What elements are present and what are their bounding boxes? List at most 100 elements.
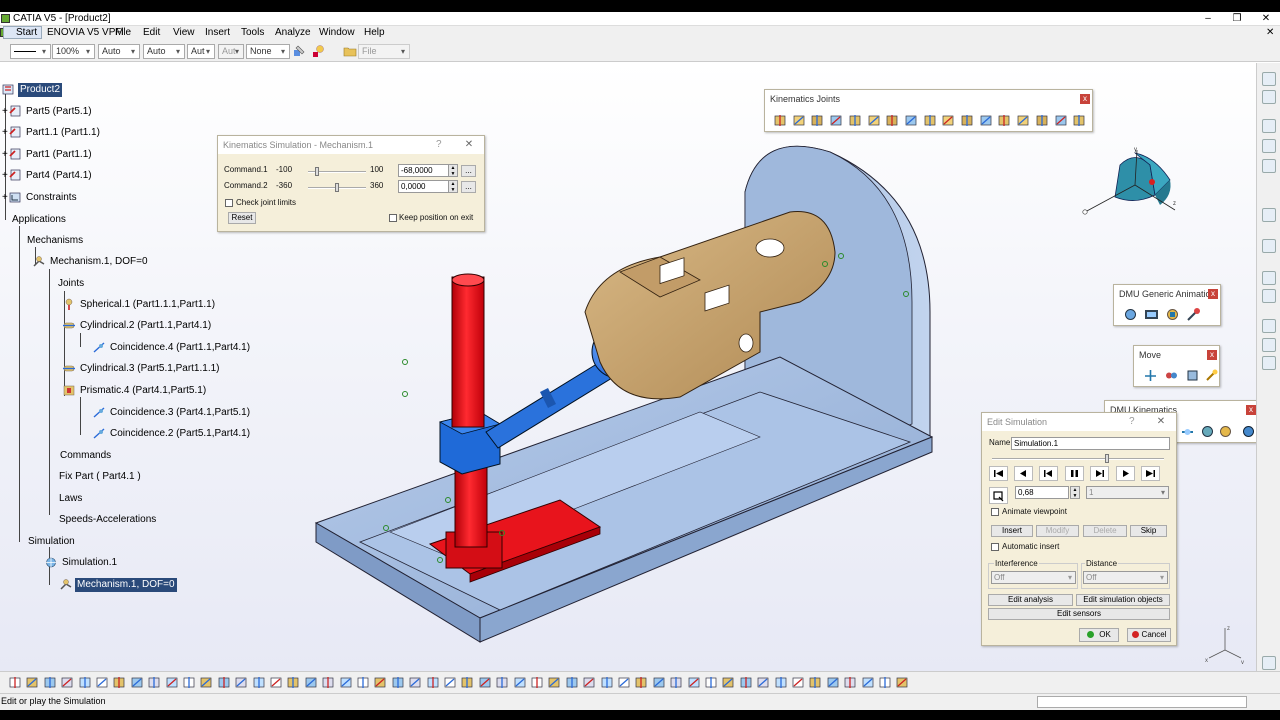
kin-tool-4-icon[interactable] (1241, 424, 1256, 439)
right-tool-4-icon[interactable] (1262, 139, 1276, 153)
tree-part1[interactable]: + Part1 (Part1.1) (2, 148, 94, 162)
delete-button[interactable]: Delete (1083, 525, 1127, 537)
tree-cylindrical3[interactable]: Cylindrical.3 (Part5.1,Part1.1.1) (62, 362, 222, 376)
bottom-tool-14-icon[interactable] (234, 675, 249, 690)
right-tool-11-icon[interactable] (1262, 338, 1276, 352)
compile-tool-icon[interactable] (1165, 307, 1180, 322)
bottom-tool-26-icon[interactable] (443, 675, 458, 690)
insert-button[interactable]: Insert (991, 525, 1033, 537)
bottom-tool-52-icon[interactable] (895, 675, 910, 690)
joint-tool-7-icon[interactable] (885, 113, 900, 128)
simulation-slider[interactable] (992, 458, 1164, 460)
edit-analysis-button[interactable]: Edit analysis (988, 594, 1073, 606)
smart-move-tool-icon[interactable] (1185, 368, 1200, 383)
tree-commands[interactable]: Commands (58, 449, 113, 463)
simulation-slider-thumb[interactable] (1105, 454, 1110, 463)
joint-tool-8-icon[interactable] (904, 113, 919, 128)
simulation-tool-icon[interactable] (1123, 307, 1138, 322)
right-tool-2-icon[interactable] (1262, 90, 1276, 104)
bottom-tool-30-icon[interactable] (513, 675, 528, 690)
bottom-tool-12-icon[interactable] (199, 675, 214, 690)
dmu-kin-close-button[interactable]: x (1246, 405, 1256, 415)
kin-tool-1-icon[interactable] (1180, 424, 1195, 439)
automatic-insert-checkbox[interactable] (991, 543, 999, 551)
minimize-button[interactable]: – (1193, 12, 1223, 25)
joint-tool-1-icon[interactable] (773, 113, 788, 128)
tree-laws[interactable]: Laws (57, 492, 84, 506)
bottom-tool-40-icon[interactable] (687, 675, 702, 690)
simulation-name-field[interactable]: Simulation.1 (1011, 437, 1170, 450)
weight-combo[interactable]: Auto ▾ (98, 44, 140, 59)
bottom-tool-27-icon[interactable] (460, 675, 475, 690)
tree-cylindrical2[interactable]: Cylindrical.2 (Part1.1,Part4.1) (62, 319, 213, 333)
bottom-tool-38-icon[interactable] (652, 675, 667, 690)
joint-tool-11-icon[interactable] (960, 113, 975, 128)
bottom-tool-43-icon[interactable] (739, 675, 754, 690)
command1-spinner[interactable]: ▲ ▼ (448, 164, 458, 177)
tree-coincidence4[interactable]: Coincidence.4 (Part1.1,Part4.1) (92, 341, 252, 355)
menu-view[interactable]: View (173, 27, 195, 38)
bottom-tool-20-icon[interactable] (339, 675, 354, 690)
check-joint-limits-checkbox[interactable] (225, 199, 233, 207)
bottom-tool-22-icon[interactable] (373, 675, 388, 690)
bottom-tool-11-icon[interactable] (182, 675, 197, 690)
bottom-tool-39-icon[interactable] (669, 675, 684, 690)
tree-mechanisms[interactable]: Mechanisms (25, 234, 85, 248)
bottom-tool-29-icon[interactable] (495, 675, 510, 690)
film-tool-icon[interactable] (1144, 307, 1159, 322)
tree-coincidence3[interactable]: Coincidence.3 (Part4.1,Part5.1) (92, 406, 252, 420)
loop-mode-button[interactable] (989, 487, 1008, 504)
kin-tool-2-icon[interactable] (1200, 424, 1215, 439)
right-tool-10-icon[interactable] (1262, 319, 1276, 333)
jump-start-button[interactable] (989, 466, 1008, 481)
bottom-tool-46-icon[interactable] (791, 675, 806, 690)
sensor-tool-icon[interactable] (1186, 307, 1201, 322)
tree-part11[interactable]: + Part1.1 (Part1.1) (2, 126, 102, 140)
joint-tool-14-icon[interactable] (1016, 113, 1031, 128)
kin-sim-close-button[interactable]: ✕ (464, 140, 474, 150)
select-arrow-icon[interactable] (1262, 208, 1276, 222)
tree-constraints[interactable]: + Constraints (2, 191, 79, 205)
bottom-tool-18-icon[interactable] (304, 675, 319, 690)
tree-applications[interactable]: Applications (10, 213, 68, 227)
command1-value[interactable]: -68,0000 (398, 164, 450, 177)
bottom-tool-9-icon[interactable] (147, 675, 162, 690)
step-count-combo[interactable]: 1 ▾ (1086, 486, 1169, 499)
bottom-tool-31-icon[interactable] (530, 675, 545, 690)
point-combo[interactable]: Aut ▾ (218, 44, 244, 59)
menu-edit[interactable]: Edit (143, 27, 160, 38)
distance-combo[interactable]: Off ▾ (1083, 571, 1168, 584)
step-value-spinner[interactable]: ▲ ▼ (1070, 486, 1080, 499)
bottom-tool-17-icon[interactable] (286, 675, 301, 690)
play-forward-button[interactable] (1090, 466, 1109, 481)
tree-prismatic4[interactable]: Prismatic.4 (Part4.1,Part5.1) (62, 384, 208, 398)
command1-more-button[interactable]: ... (461, 165, 476, 177)
edit-simulation-objects-button[interactable]: Edit simulation objects (1076, 594, 1170, 606)
bottom-tool-10-icon[interactable] (165, 675, 180, 690)
bottom-tool-23-icon[interactable] (391, 675, 406, 690)
linetype-combo[interactable]: Auto ▾ (143, 44, 185, 59)
bottom-tool-21-icon[interactable] (356, 675, 371, 690)
bottom-tool-24-icon[interactable] (408, 675, 423, 690)
tree-coincidence2[interactable]: Coincidence.2 (Part5.1,Part4.1) (92, 427, 252, 441)
keep-position-checkbox[interactable] (389, 214, 397, 222)
bottom-tool-32-icon[interactable] (547, 675, 562, 690)
tree-simulation1[interactable]: Simulation.1 (44, 556, 119, 570)
cancel-button[interactable]: Cancel (1127, 628, 1171, 642)
bottom-tool-42-icon[interactable] (721, 675, 736, 690)
bottom-tool-2-icon[interactable] (25, 675, 40, 690)
step-forward-button[interactable] (1116, 466, 1135, 481)
command1-slider-thumb[interactable] (315, 167, 320, 176)
bottom-tool-28-icon[interactable] (478, 675, 493, 690)
layer-combo[interactable]: Aut ▾ (187, 44, 215, 59)
joint-tool-2-icon[interactable] (792, 113, 807, 128)
bottom-tool-37-icon[interactable] (634, 675, 649, 690)
command2-value[interactable]: 0,0000 (398, 180, 450, 193)
joint-tool-12-icon[interactable] (979, 113, 994, 128)
bottom-tool-35-icon[interactable] (600, 675, 615, 690)
menu-tools[interactable]: Tools (241, 27, 264, 38)
bottom-tool-49-icon[interactable] (843, 675, 858, 690)
bottom-tool-50-icon[interactable] (861, 675, 876, 690)
snap-tool-icon[interactable] (1164, 368, 1179, 383)
zoom-combo[interactable]: 100% ▾ (52, 44, 95, 59)
